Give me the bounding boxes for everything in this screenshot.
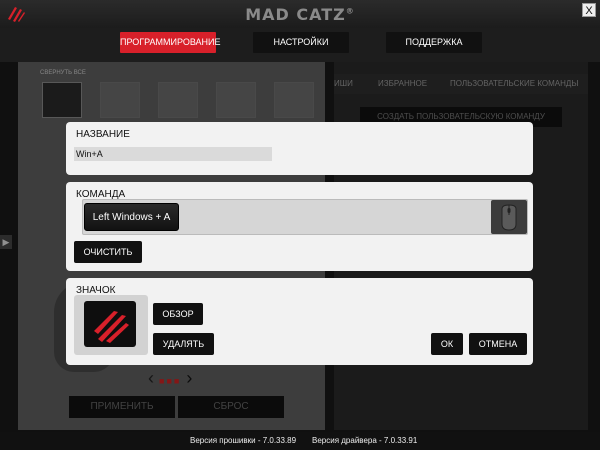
top-nav: ПРОГРАММИРОВАНИЕ НАСТРОЙКИ ПОДДЕРЖКА (0, 28, 600, 62)
command-name-input[interactable] (74, 147, 272, 161)
clear-button[interactable]: ОЧИСТИТЬ (74, 241, 142, 263)
firmware-version: Версия прошивки - 7.0.33.89 (190, 436, 297, 445)
cancel-button[interactable]: ОТМЕНА (469, 333, 527, 355)
tab-programming[interactable]: ПРОГРАММИРОВАНИЕ (120, 32, 221, 53)
mouse-icon[interactable] (491, 200, 527, 234)
title-bar: MAD CATZ® X (0, 0, 600, 28)
tab-settings[interactable]: НАСТРОЙКИ (253, 32, 349, 53)
delete-button[interactable]: УДАЛЯТЬ (153, 333, 214, 355)
name-section: НАЗВАНИЕ (66, 122, 533, 175)
window-close-button[interactable]: X (582, 3, 596, 17)
name-section-title: НАЗВАНИЕ (76, 129, 130, 140)
browse-button[interactable]: ОБЗОР (153, 303, 203, 325)
claw-scratch-icon (94, 311, 129, 343)
tab-support[interactable]: ПОДДЕРЖКА (386, 32, 482, 53)
driver-version: Версия драйвера - 7.0.33.91 (312, 436, 418, 445)
icon-preview (74, 295, 148, 355)
status-bar: Версия прошивки - 7.0.33.89 Версия драйв… (0, 432, 600, 450)
icon-section: ЗНАЧОК ОБЗОР УДАЛЯТЬ ОК ОТМЕНА (66, 278, 533, 365)
command-section: КОМАНДА Left Windows + A ОЧИСТИТЬ (66, 182, 533, 271)
command-sequence-bar[interactable]: Left Windows + A (82, 199, 528, 235)
ok-button[interactable]: ОК (431, 333, 463, 355)
app-brand: MAD CATZ® (245, 5, 355, 24)
key-chip[interactable]: Left Windows + A (84, 203, 179, 231)
